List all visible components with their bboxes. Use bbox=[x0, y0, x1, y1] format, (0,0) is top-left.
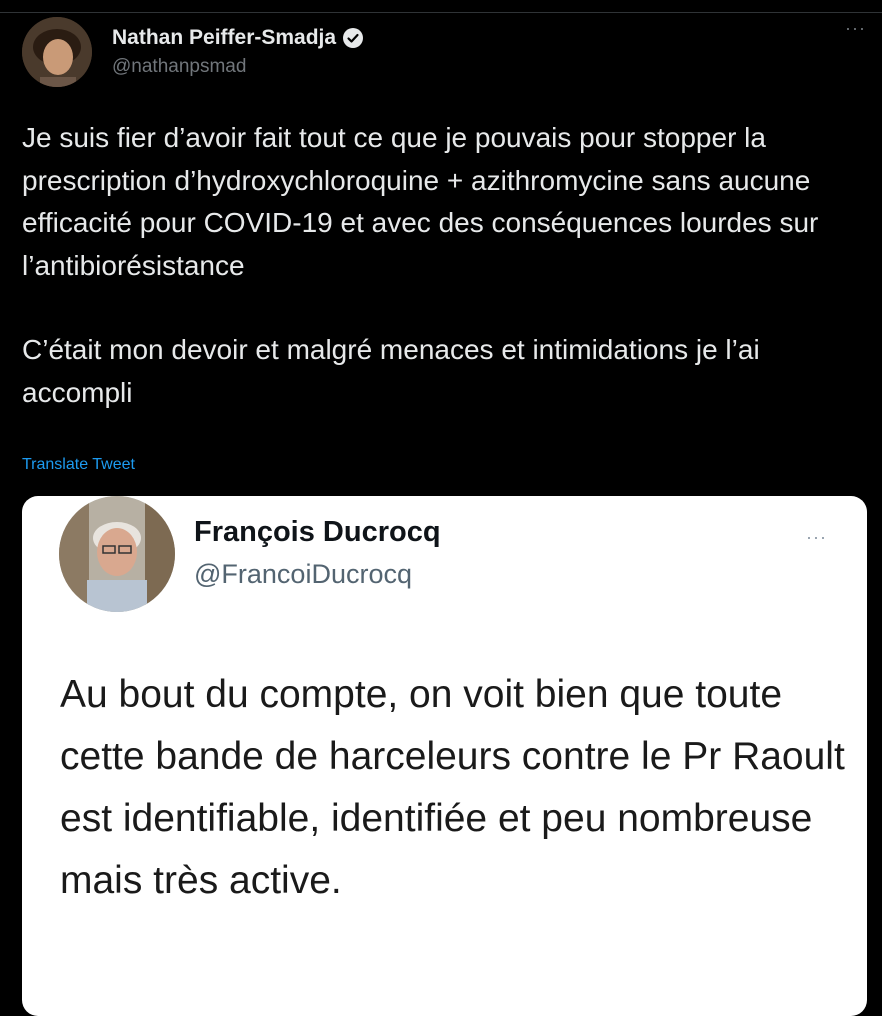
author-name-row[interactable]: Nathan Peiffer-Smadja bbox=[112, 26, 364, 50]
author-handle[interactable]: @nathanpsmad bbox=[112, 56, 246, 78]
author-name[interactable]: Nathan Peiffer-Smadja bbox=[112, 26, 336, 50]
top-divider bbox=[0, 12, 882, 13]
quoted-more-options-icon: ··· bbox=[806, 527, 827, 547]
quoted-tweet-text: Au bout du compte, on voit bien que tout… bbox=[60, 673, 845, 902]
author-avatar[interactable] bbox=[22, 17, 92, 87]
more-options-icon[interactable]: ··· bbox=[845, 19, 866, 37]
quoted-author-avatar[interactable] bbox=[59, 496, 175, 612]
verified-badge-icon bbox=[342, 27, 364, 49]
tweet-text: Je suis fier d’avoir fait tout ce que je… bbox=[22, 117, 862, 414]
translate-tweet-link[interactable]: Translate Tweet bbox=[22, 456, 135, 474]
quoted-author-handle[interactable]: @FrancoiDucrocq bbox=[194, 559, 412, 590]
tweet-paragraph: Je suis fier d’avoir fait tout ce que je… bbox=[22, 122, 819, 281]
tweet-paragraph: C’était mon devoir et malgré menaces et … bbox=[22, 334, 760, 408]
quoted-author-name[interactable]: François Ducrocq bbox=[194, 516, 441, 549]
quoted-tweet-card[interactable]: François Ducrocq @FrancoiDucrocq ··· Au … bbox=[22, 496, 867, 1016]
